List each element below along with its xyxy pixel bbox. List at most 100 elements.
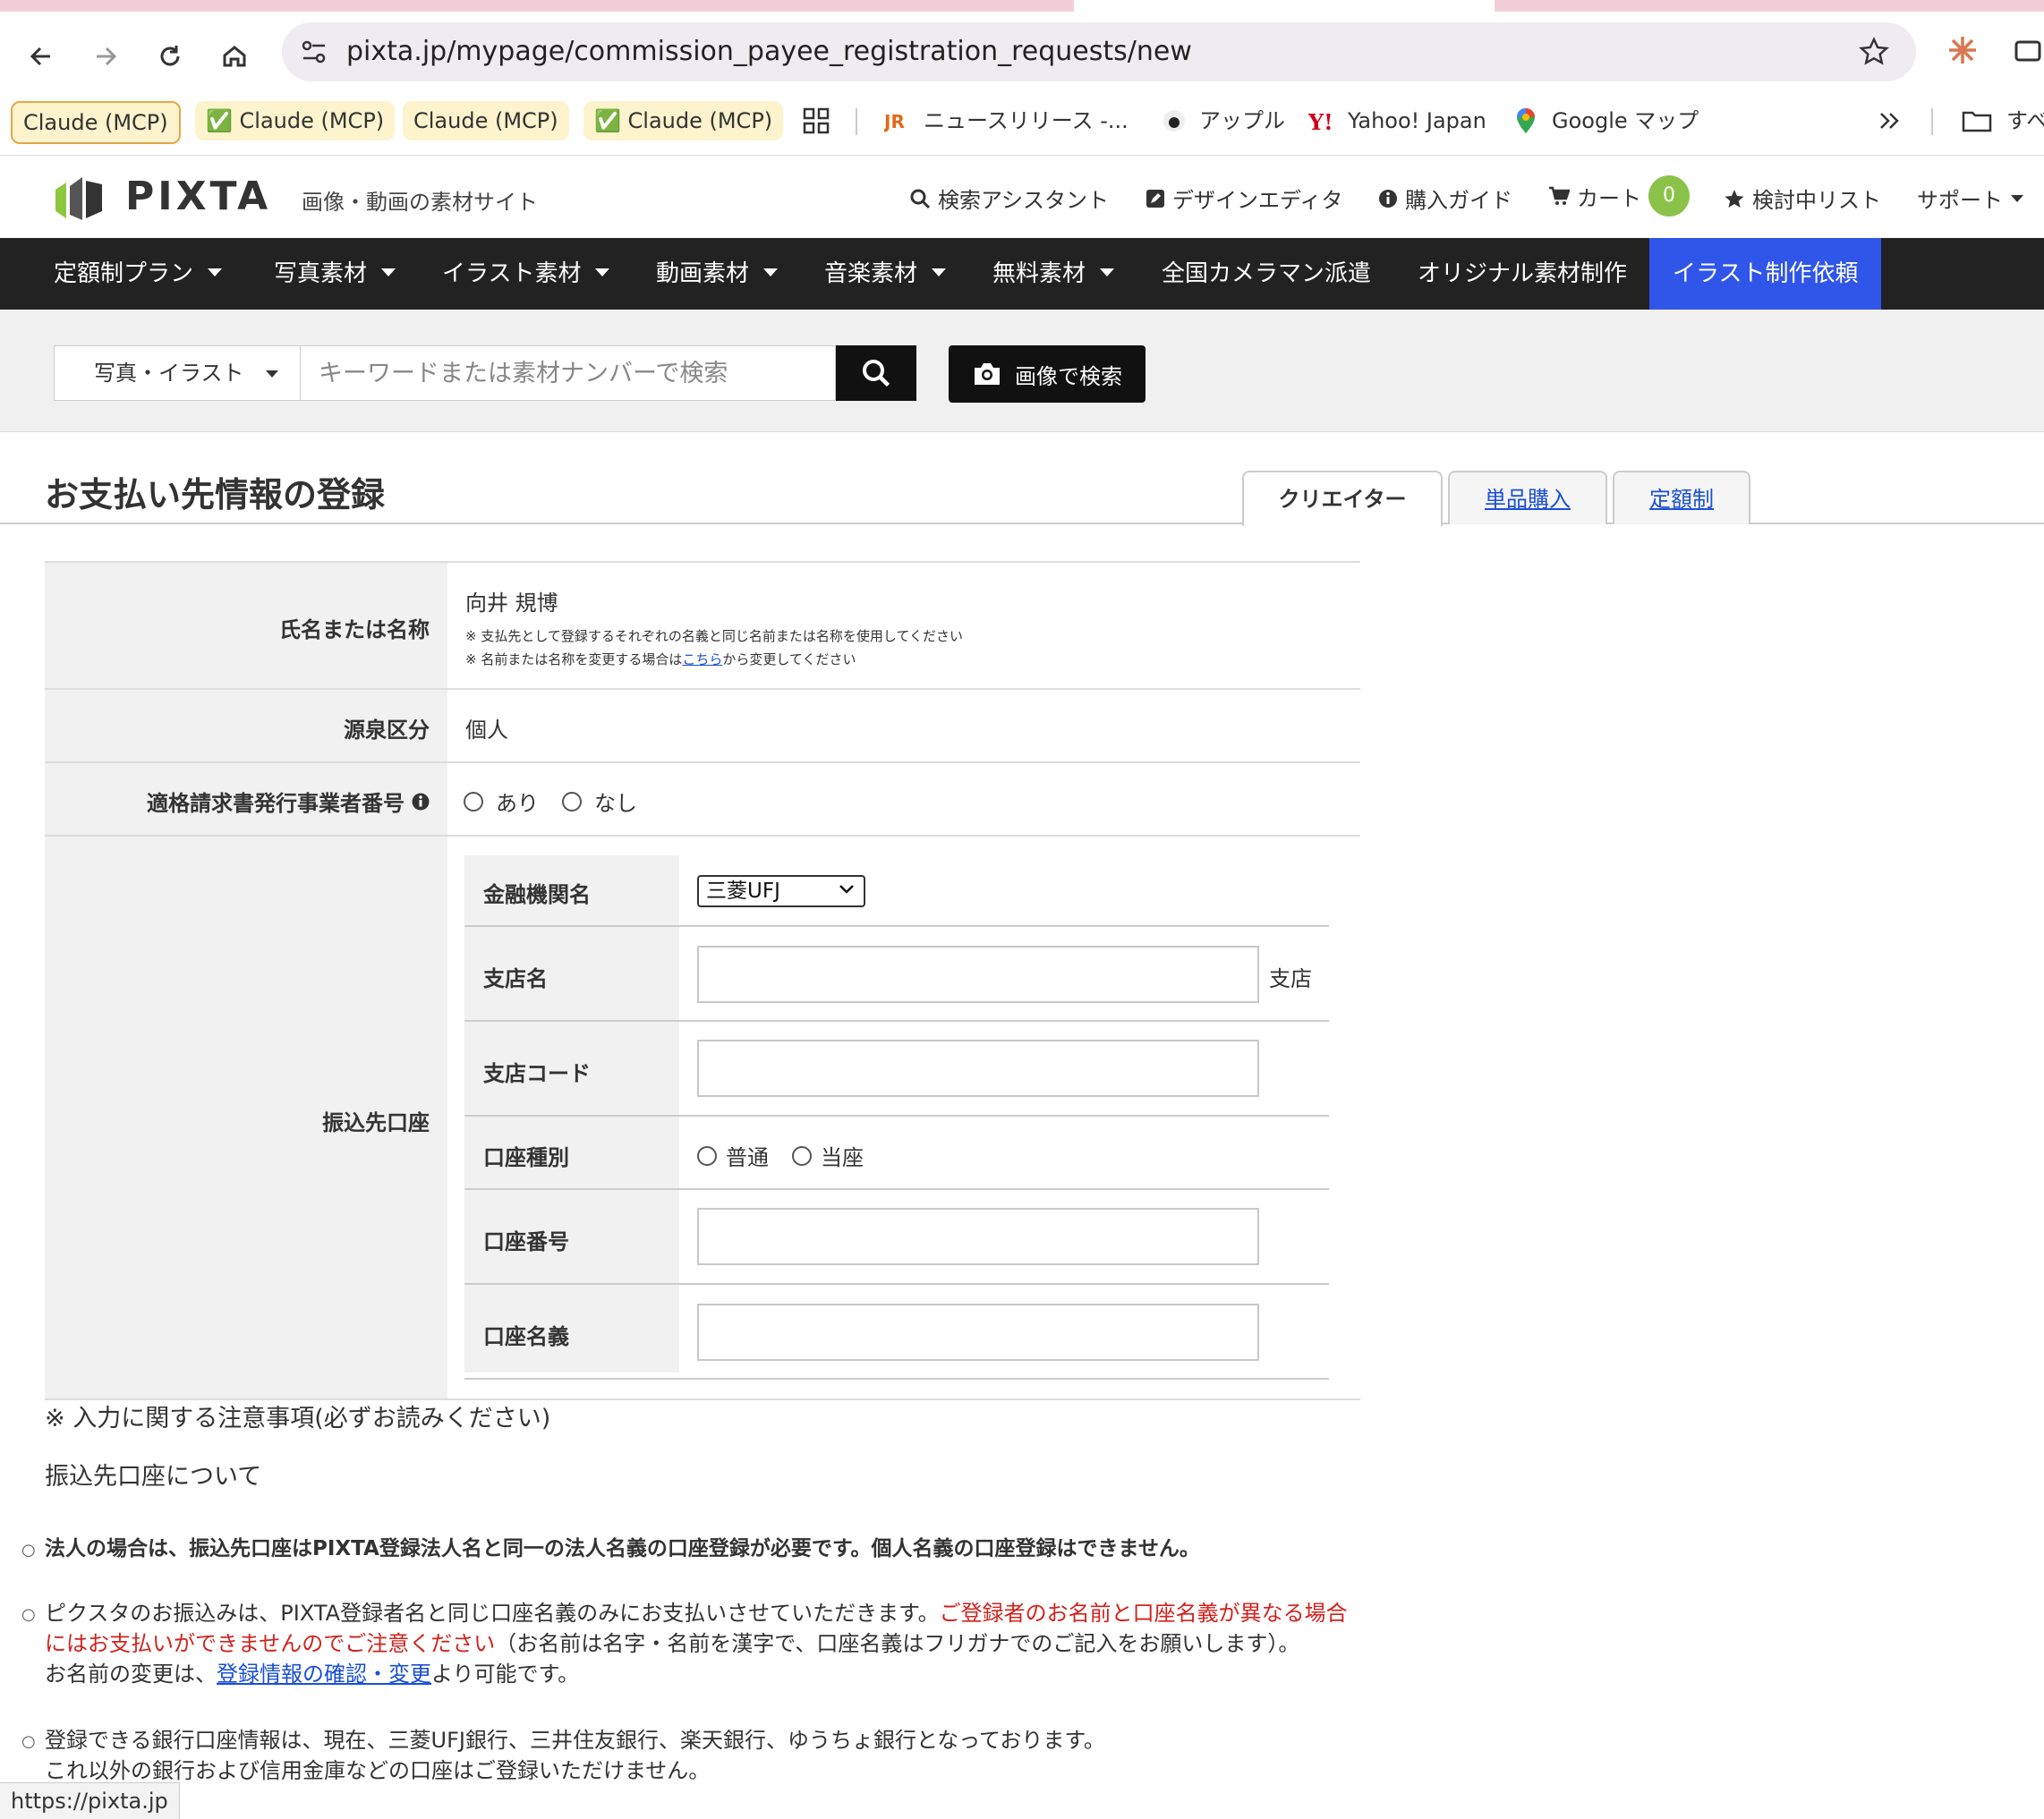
site-settings-icon[interactable]: [300, 38, 328, 65]
claude-extension-icon[interactable]: [1947, 35, 1978, 65]
address-bar[interactable]: pixta.jp/mypage/commission_payee_registr…: [282, 22, 1916, 81]
cart-count-badge: 0: [1648, 175, 1690, 217]
search-button[interactable]: [836, 345, 916, 401]
bookmark-star-icon[interactable]: [1859, 37, 1889, 67]
name-note-1: ※ 支払先として登録するそれぞれの名義と同じ名前または名称を使用してください: [465, 628, 963, 644]
watchlist-link[interactable]: 検討中リスト: [1724, 183, 1881, 214]
nav-photographer-dispatch[interactable]: 全国カメラマン派遣: [1162, 238, 1371, 310]
caret-down-icon: [381, 268, 396, 276]
account-number-label: 口座番号: [483, 1229, 569, 1254]
bank-select[interactable]: 三菱UFJ: [697, 875, 865, 907]
account-type-label: 口座種別: [483, 1145, 569, 1170]
account-type-current-radio[interactable]: [792, 1145, 812, 1166]
sub-label-column: [464, 855, 679, 1373]
change-name-link[interactable]: こちら: [682, 651, 722, 667]
apps-grid-icon[interactable]: [802, 106, 830, 135]
sub-row-divider: [464, 1188, 1329, 1190]
sub-row-divider: [464, 1115, 1329, 1117]
note-paragraph-4-line2: これ以外の銀行および信用金庫などの口座はご登録いただけません。: [45, 1758, 711, 1783]
tab-link[interactable]: 定額制: [1649, 487, 1714, 512]
cart-icon: [1549, 186, 1570, 205]
branch-code-label: 支店コード: [483, 1061, 591, 1086]
pixta-logo-text[interactable]: PIXTA: [125, 174, 271, 219]
search-type-select[interactable]: 写真・イラスト: [54, 345, 301, 401]
bookmark-claude-1[interactable]: Claude (MCP): [11, 101, 181, 144]
site-tagline: 画像・動画の素材サイト: [302, 190, 538, 215]
extensions-icon[interactable]: [2014, 37, 2044, 64]
pixta-logo-icon[interactable]: [52, 174, 106, 224]
nav-videos[interactable]: 動画素材: [656, 238, 779, 310]
tab-creator[interactable]: クリエイター: [1242, 471, 1443, 526]
branch-code-input[interactable]: [697, 1040, 1259, 1097]
more-bookmarks-icon[interactable]: [1878, 110, 1903, 132]
invoice-no-radio[interactable]: [562, 791, 582, 812]
note-text: ピクスタのお振込みは、PIXTA登録者名と同じ口座名義のみにお支払いさせていただ…: [45, 1601, 940, 1626]
invoice-no-label[interactable]: なし: [594, 786, 637, 817]
sub-row-divider: [464, 1020, 1329, 1022]
search-assistant-link[interactable]: 検索アシスタント: [909, 183, 1109, 214]
note-text: から変更してください: [722, 651, 856, 667]
design-editor-link[interactable]: デザインエディタ: [1145, 183, 1342, 214]
info-icon[interactable]: [412, 793, 430, 811]
account-holder-label: 口座名義: [483, 1324, 569, 1349]
name-label: 氏名または名称: [279, 617, 430, 642]
bookmark-all[interactable]: すべ: [1996, 101, 2044, 140]
bookmark-apple[interactable]: アップル: [1188, 101, 1296, 140]
tab-subscription[interactable]: 定額制: [1613, 471, 1750, 524]
watchlist-label: 検討中リスト: [1752, 188, 1881, 213]
google-maps-icon: [1517, 108, 1535, 133]
invoice-yes-radio[interactable]: [464, 791, 483, 812]
nav-photos[interactable]: 写真素材: [274, 238, 396, 310]
search-input[interactable]: [301, 345, 836, 401]
support-label: サポート: [1917, 188, 2003, 213]
note-text: （お名前は名字・名前を漢字で、口座名義はフリガナでのご記入をお願いします）。: [495, 1631, 1300, 1656]
invoice-yes-label[interactable]: あり: [496, 786, 539, 817]
name-value: 向井 規博: [465, 591, 558, 616]
bookmark-claude-4[interactable]: ✅ Claude (MCP): [583, 101, 784, 140]
site-header: PIXTA 画像・動画の素材サイト 検索アシスタント デザインエディタ 購入ガイ…: [0, 156, 2044, 238]
branch-name-input[interactable]: [697, 946, 1259, 1003]
account-type-radio-group: 普通 当座: [697, 1140, 864, 1171]
sub-row-divider: [464, 1378, 1329, 1380]
forward-button[interactable]: [86, 37, 125, 76]
tab-link[interactable]: 単品購入: [1485, 487, 1571, 512]
account-type-current-label[interactable]: 当座: [821, 1140, 864, 1171]
nav-subscription-plan[interactable]: 定額制プラン: [54, 238, 223, 310]
tab-single-purchase[interactable]: 単品購入: [1448, 471, 1607, 524]
star-icon: [1725, 189, 1744, 208]
account-number-input[interactable]: [697, 1208, 1259, 1265]
withholding-value: 個人: [465, 718, 508, 743]
bookmark-news-release[interactable]: ニュースリリース -...: [913, 101, 1139, 140]
back-arrow-icon: [30, 47, 50, 66]
nav-free[interactable]: 無料素材: [992, 238, 1115, 310]
account-type-ordinary-label[interactable]: 普通: [726, 1140, 769, 1171]
cart-link[interactable]: カート 0: [1548, 175, 1690, 217]
account-holder-input[interactable]: [697, 1304, 1259, 1361]
folder-icon: [1962, 111, 1992, 132]
purchase-guide-link[interactable]: 購入ガイド: [1378, 183, 1512, 214]
nav-illustration-request[interactable]: イラスト制作依頼: [1649, 238, 1882, 310]
search-icon: [863, 360, 890, 387]
home-button[interactable]: [215, 37, 254, 76]
nav-illustrations[interactable]: イラスト素材: [442, 238, 610, 310]
nav-music[interactable]: 音楽素材: [824, 238, 947, 310]
nav-original-production[interactable]: オリジナル素材制作: [1418, 238, 1627, 310]
cart-label: カート: [1577, 185, 1641, 211]
account-type-ordinary-radio[interactable]: [697, 1145, 717, 1166]
back-button[interactable]: [21, 37, 61, 76]
active-tab-area: [0, 0, 1074, 12]
bank-name-label: 金融機関名: [483, 882, 591, 907]
support-menu[interactable]: サポート: [1917, 183, 2024, 214]
image-search-button[interactable]: 画像で検索: [949, 345, 1145, 403]
search-icon: [910, 189, 931, 208]
registration-info-link[interactable]: 登録情報の確認・変更: [217, 1662, 431, 1687]
bookmark-claude-2[interactable]: ✅ Claude (MCP): [195, 101, 396, 140]
reload-button[interactable]: [150, 37, 190, 76]
bookmark-google-maps[interactable]: Google マップ: [1541, 101, 1709, 140]
bookmark-claude-3[interactable]: Claude (MCP): [403, 101, 569, 140]
svg-text:JR: JR: [884, 111, 905, 132]
bookmark-yahoo[interactable]: Yahoo! Japan: [1337, 101, 1497, 140]
note-text: お名前の変更は、: [45, 1662, 217, 1687]
sub-row-divider: [464, 1283, 1329, 1285]
sub-row-divider: [464, 925, 1329, 927]
